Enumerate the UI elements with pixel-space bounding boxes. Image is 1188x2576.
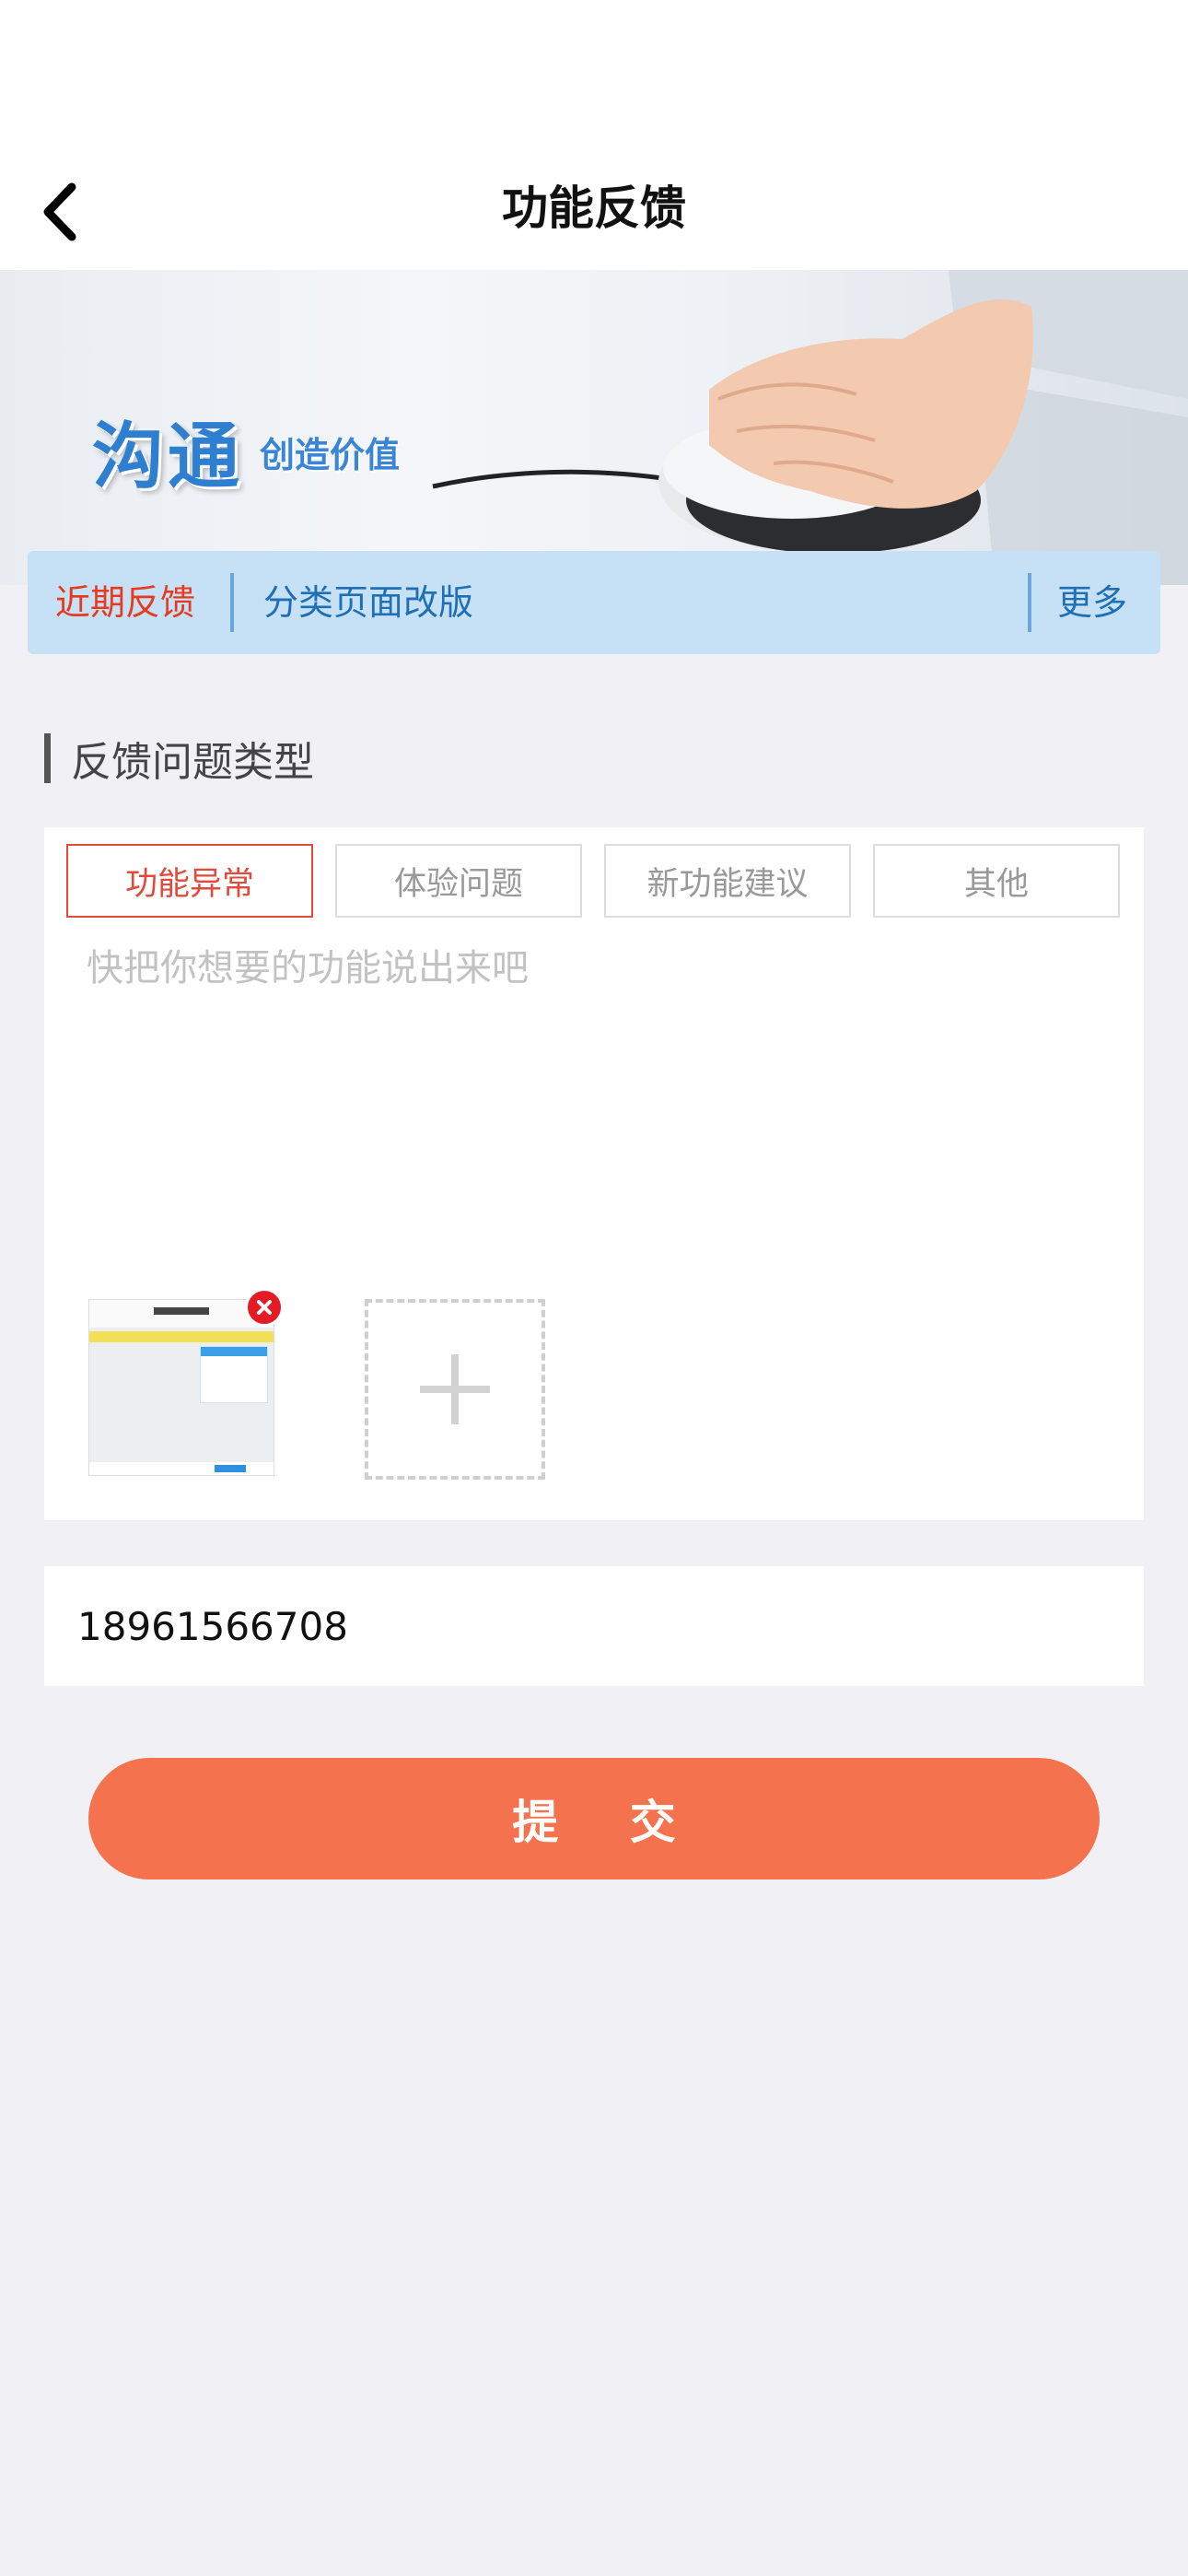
section-header: 反馈问题类型 [44, 732, 314, 786]
banner-subline: 创造价值 [260, 435, 401, 475]
submit-label: 提 交 [512, 1796, 704, 1849]
remove-image-button[interactable] [245, 1288, 284, 1327]
type-chip-experience[interactable]: 体验问题 [335, 844, 582, 918]
type-chip-function-error[interactable]: 功能异常 [66, 844, 313, 918]
add-image-button[interactable] [365, 1299, 545, 1480]
phone-input[interactable] [77, 1566, 1090, 1686]
phone-field [44, 1566, 1144, 1686]
type-chip-new-feature[interactable]: 新功能建议 [604, 844, 851, 918]
divider [230, 573, 234, 632]
more-link[interactable]: 更多 [1057, 551, 1127, 654]
status-bar [0, 0, 1188, 147]
divider [1028, 573, 1031, 632]
feedback-textarea[interactable] [87, 938, 1100, 1177]
section-title: 反馈问题类型 [71, 739, 314, 786]
section-accent-bar [44, 733, 51, 783]
banner: 沟通 创造价值 [0, 270, 1188, 585]
page-title: 功能反馈 [502, 181, 686, 235]
nav-bar: 功能反馈 [0, 147, 1188, 270]
banner-headline: 沟通 [92, 416, 244, 498]
type-chip-other[interactable]: 其他 [873, 844, 1120, 918]
close-icon [257, 1300, 272, 1315]
plus-icon [420, 1354, 490, 1424]
recent-feedback-bar[interactable]: 近期反馈 分类页面改版 更多 [28, 551, 1160, 654]
recent-feedback-text[interactable]: 分类页面改版 [263, 551, 473, 654]
recent-feedback-tag: 近期反馈 [55, 582, 196, 623]
back-button[interactable] [18, 170, 101, 253]
submit-button[interactable]: 提 交 [88, 1758, 1100, 1879]
chevron-left-icon [43, 182, 76, 241]
type-selector: 功能异常 体验问题 新功能建议 其他 [66, 844, 1120, 918]
feedback-card: 功能异常 体验问题 新功能建议 其他 [44, 827, 1144, 1520]
attached-screenshot-thumbnail[interactable] [88, 1299, 274, 1476]
